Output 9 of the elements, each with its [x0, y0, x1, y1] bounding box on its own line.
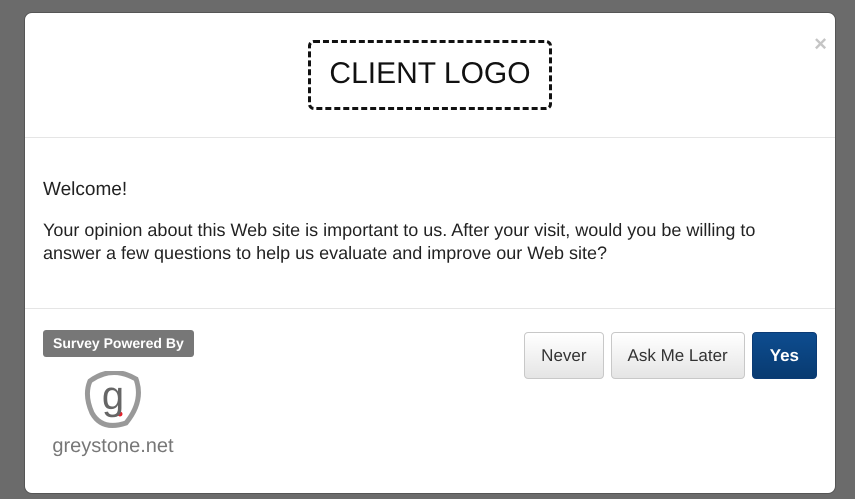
welcome-message: Your opinion about this Web site is important to us. After your visit, would you be willing to answer a few questions to help us evaluate and improve our Web site? [43, 218, 756, 264]
powered-by-label: Survey Powered By [43, 330, 194, 357]
dialog-title: Welcome! [43, 178, 128, 202]
logo-text: CLIENT LOGO [329, 57, 531, 90]
secondary-button[interactable]: Ask Me Later [610, 332, 745, 379]
yes-button[interactable]: Yes [752, 332, 817, 379]
brand-logo: g [82, 371, 144, 429]
secondary-button[interactable]: Never [524, 332, 604, 379]
brand-name: greystone.net [52, 434, 174, 459]
